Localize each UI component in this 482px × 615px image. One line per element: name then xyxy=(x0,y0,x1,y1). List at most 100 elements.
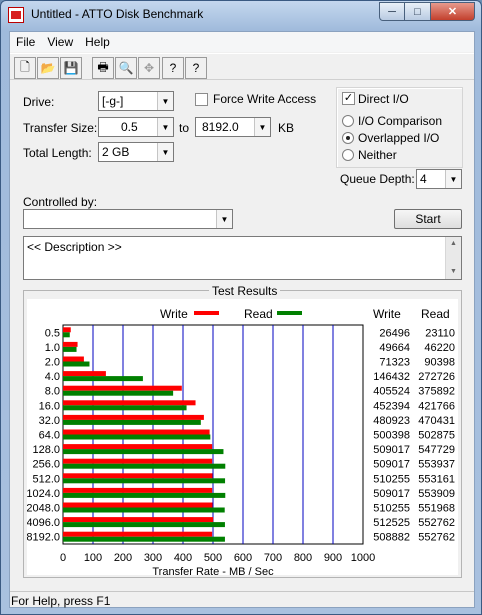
chevron-down-icon[interactable]: ▼ xyxy=(157,92,173,110)
start-button[interactable]: Start xyxy=(394,209,462,229)
x-tick-label: 100 xyxy=(84,552,102,564)
x-tick-label: 1000 xyxy=(351,552,375,564)
move-icon[interactable]: ✥ xyxy=(138,57,160,79)
write-bar xyxy=(63,458,213,464)
y-tick-label: 2.0 xyxy=(45,357,60,369)
write-value: 508882 xyxy=(373,532,410,544)
write-bar xyxy=(63,444,213,450)
x-tick-label: 900 xyxy=(324,552,342,564)
context-help-icon[interactable]: ? xyxy=(185,57,207,79)
chevron-down-icon[interactable]: ▼ xyxy=(254,118,270,136)
y-tick-label: 4.0 xyxy=(45,371,60,383)
results-panel: Write Read Write Read 0 100 200 300 400 500 600 700… xyxy=(26,299,458,578)
read-value: 421766 xyxy=(418,400,455,412)
direct-io-label: Direct I/O xyxy=(358,92,409,106)
window-title: Untitled - ATTO Disk Benchmark xyxy=(31,7,204,21)
menu-view[interactable]: View xyxy=(41,35,79,49)
open-icon[interactable]: 📂 xyxy=(37,57,59,79)
x-tick-label: 500 xyxy=(204,552,222,564)
new-icon[interactable]: 🗋 xyxy=(14,57,36,79)
y-tick-label: 1.0 xyxy=(45,342,60,354)
read-bar xyxy=(63,478,226,484)
write-bar xyxy=(63,531,213,537)
transfer-from-select[interactable]: 0.5 ▼ xyxy=(98,117,174,137)
read-bar xyxy=(63,405,187,411)
scroll-down-icon[interactable]: ▼ xyxy=(450,268,457,275)
write-bar xyxy=(63,400,196,406)
x-tick-label: 400 xyxy=(174,552,192,564)
queue-depth-value: 4 xyxy=(420,172,427,186)
controlled-by-select[interactable]: ▼ xyxy=(23,209,233,229)
y-tick-label: 8.0 xyxy=(45,386,60,398)
title-bar[interactable]: Untitled - ATTO Disk Benchmark ─ □ ✕ xyxy=(1,1,481,29)
description-text: << Description >> xyxy=(27,240,122,254)
read-bar xyxy=(63,390,174,396)
controlled-by-label: Controlled by: xyxy=(23,195,98,209)
read-value: 375892 xyxy=(418,386,455,398)
chevron-down-icon[interactable]: ▼ xyxy=(445,170,461,188)
write-bar xyxy=(63,327,71,333)
to-label: to xyxy=(179,121,190,135)
transfer-from-value: 0.5 xyxy=(121,120,138,134)
chevron-down-icon[interactable]: ▼ xyxy=(157,143,173,161)
drive-label: Drive: xyxy=(23,95,55,109)
read-value: 90398 xyxy=(424,357,455,369)
y-tick-label: 0.5 xyxy=(45,327,60,339)
write-value: 500398 xyxy=(373,430,410,442)
transfer-rate-chart: Write Read Write Read 0 100 200 300 400 500 600 700… xyxy=(26,307,455,578)
print-icon[interactable]: 🖶 xyxy=(92,57,114,79)
direct-io-checkbox[interactable]: ✓ xyxy=(342,92,355,105)
read-value: 552762 xyxy=(418,532,455,544)
x-tick-label: 800 xyxy=(294,552,312,564)
write-bar xyxy=(63,502,213,508)
menu-help[interactable]: Help xyxy=(79,35,116,49)
scroll-up-icon[interactable]: ▲ xyxy=(450,240,457,247)
legend-write-label: Write xyxy=(160,307,188,321)
write-value: 480923 xyxy=(373,415,410,427)
chevron-down-icon[interactable]: ▼ xyxy=(216,210,232,228)
write-value: 510255 xyxy=(373,503,410,515)
neither-radio[interactable] xyxy=(342,149,354,161)
read-value: 553161 xyxy=(418,473,455,485)
save-icon[interactable]: 💾 xyxy=(60,57,82,79)
description-box[interactable]: << Description >> ▲ ▼ xyxy=(23,236,462,280)
write-bar xyxy=(63,356,84,362)
read-value: 470431 xyxy=(418,415,455,427)
menu-file[interactable]: File xyxy=(10,35,41,49)
overlapped-io-radio[interactable] xyxy=(342,132,354,144)
close-button[interactable]: ✕ xyxy=(431,2,475,21)
caption-buttons: ─ □ ✕ xyxy=(379,2,475,22)
force-write-checkbox[interactable] xyxy=(195,93,208,106)
drive-select[interactable]: [-g-] ▼ xyxy=(98,91,174,111)
read-value: 553937 xyxy=(418,459,455,471)
description-scrollbar[interactable]: ▲ ▼ xyxy=(445,237,461,279)
read-bar xyxy=(63,522,225,528)
y-tick-label: 16.0 xyxy=(39,400,60,412)
x-axis-label: Transfer Rate - MB / Sec xyxy=(152,566,274,575)
minimize-button[interactable]: ─ xyxy=(379,2,405,21)
transfer-to-value: 8192.0 xyxy=(202,120,239,134)
queue-depth-select[interactable]: 4 ▼ xyxy=(416,169,462,189)
total-length-select[interactable]: 2 GB ▼ xyxy=(98,142,174,162)
write-value: 405524 xyxy=(373,386,410,398)
help-icon[interactable]: ? xyxy=(162,57,184,79)
write-value: 49664 xyxy=(379,342,410,354)
y-tick-label: 1024.0 xyxy=(27,488,60,500)
app-icon[interactable] xyxy=(8,7,24,23)
maximize-button[interactable]: □ xyxy=(405,2,431,21)
neither-label: Neither xyxy=(358,148,397,162)
status-text: For Help, press F1 xyxy=(11,594,111,608)
results-title: Test Results xyxy=(209,284,281,298)
queue-depth-label: Queue Depth: xyxy=(340,172,415,186)
read-value: 547729 xyxy=(418,444,455,456)
legend-read-label: Read xyxy=(244,307,273,321)
io-comparison-radio[interactable] xyxy=(342,115,354,127)
write-value: 452394 xyxy=(373,400,410,412)
transfer-to-select[interactable]: 8192.0 ▼ xyxy=(195,117,271,137)
print-preview-icon[interactable]: 🔍 xyxy=(115,57,137,79)
write-value: 71323 xyxy=(379,357,410,369)
y-tick-label: 2048.0 xyxy=(27,503,60,515)
chevron-down-icon[interactable]: ▼ xyxy=(157,118,173,136)
y-tick-label: 32.0 xyxy=(39,415,60,427)
write-bar xyxy=(63,517,214,523)
